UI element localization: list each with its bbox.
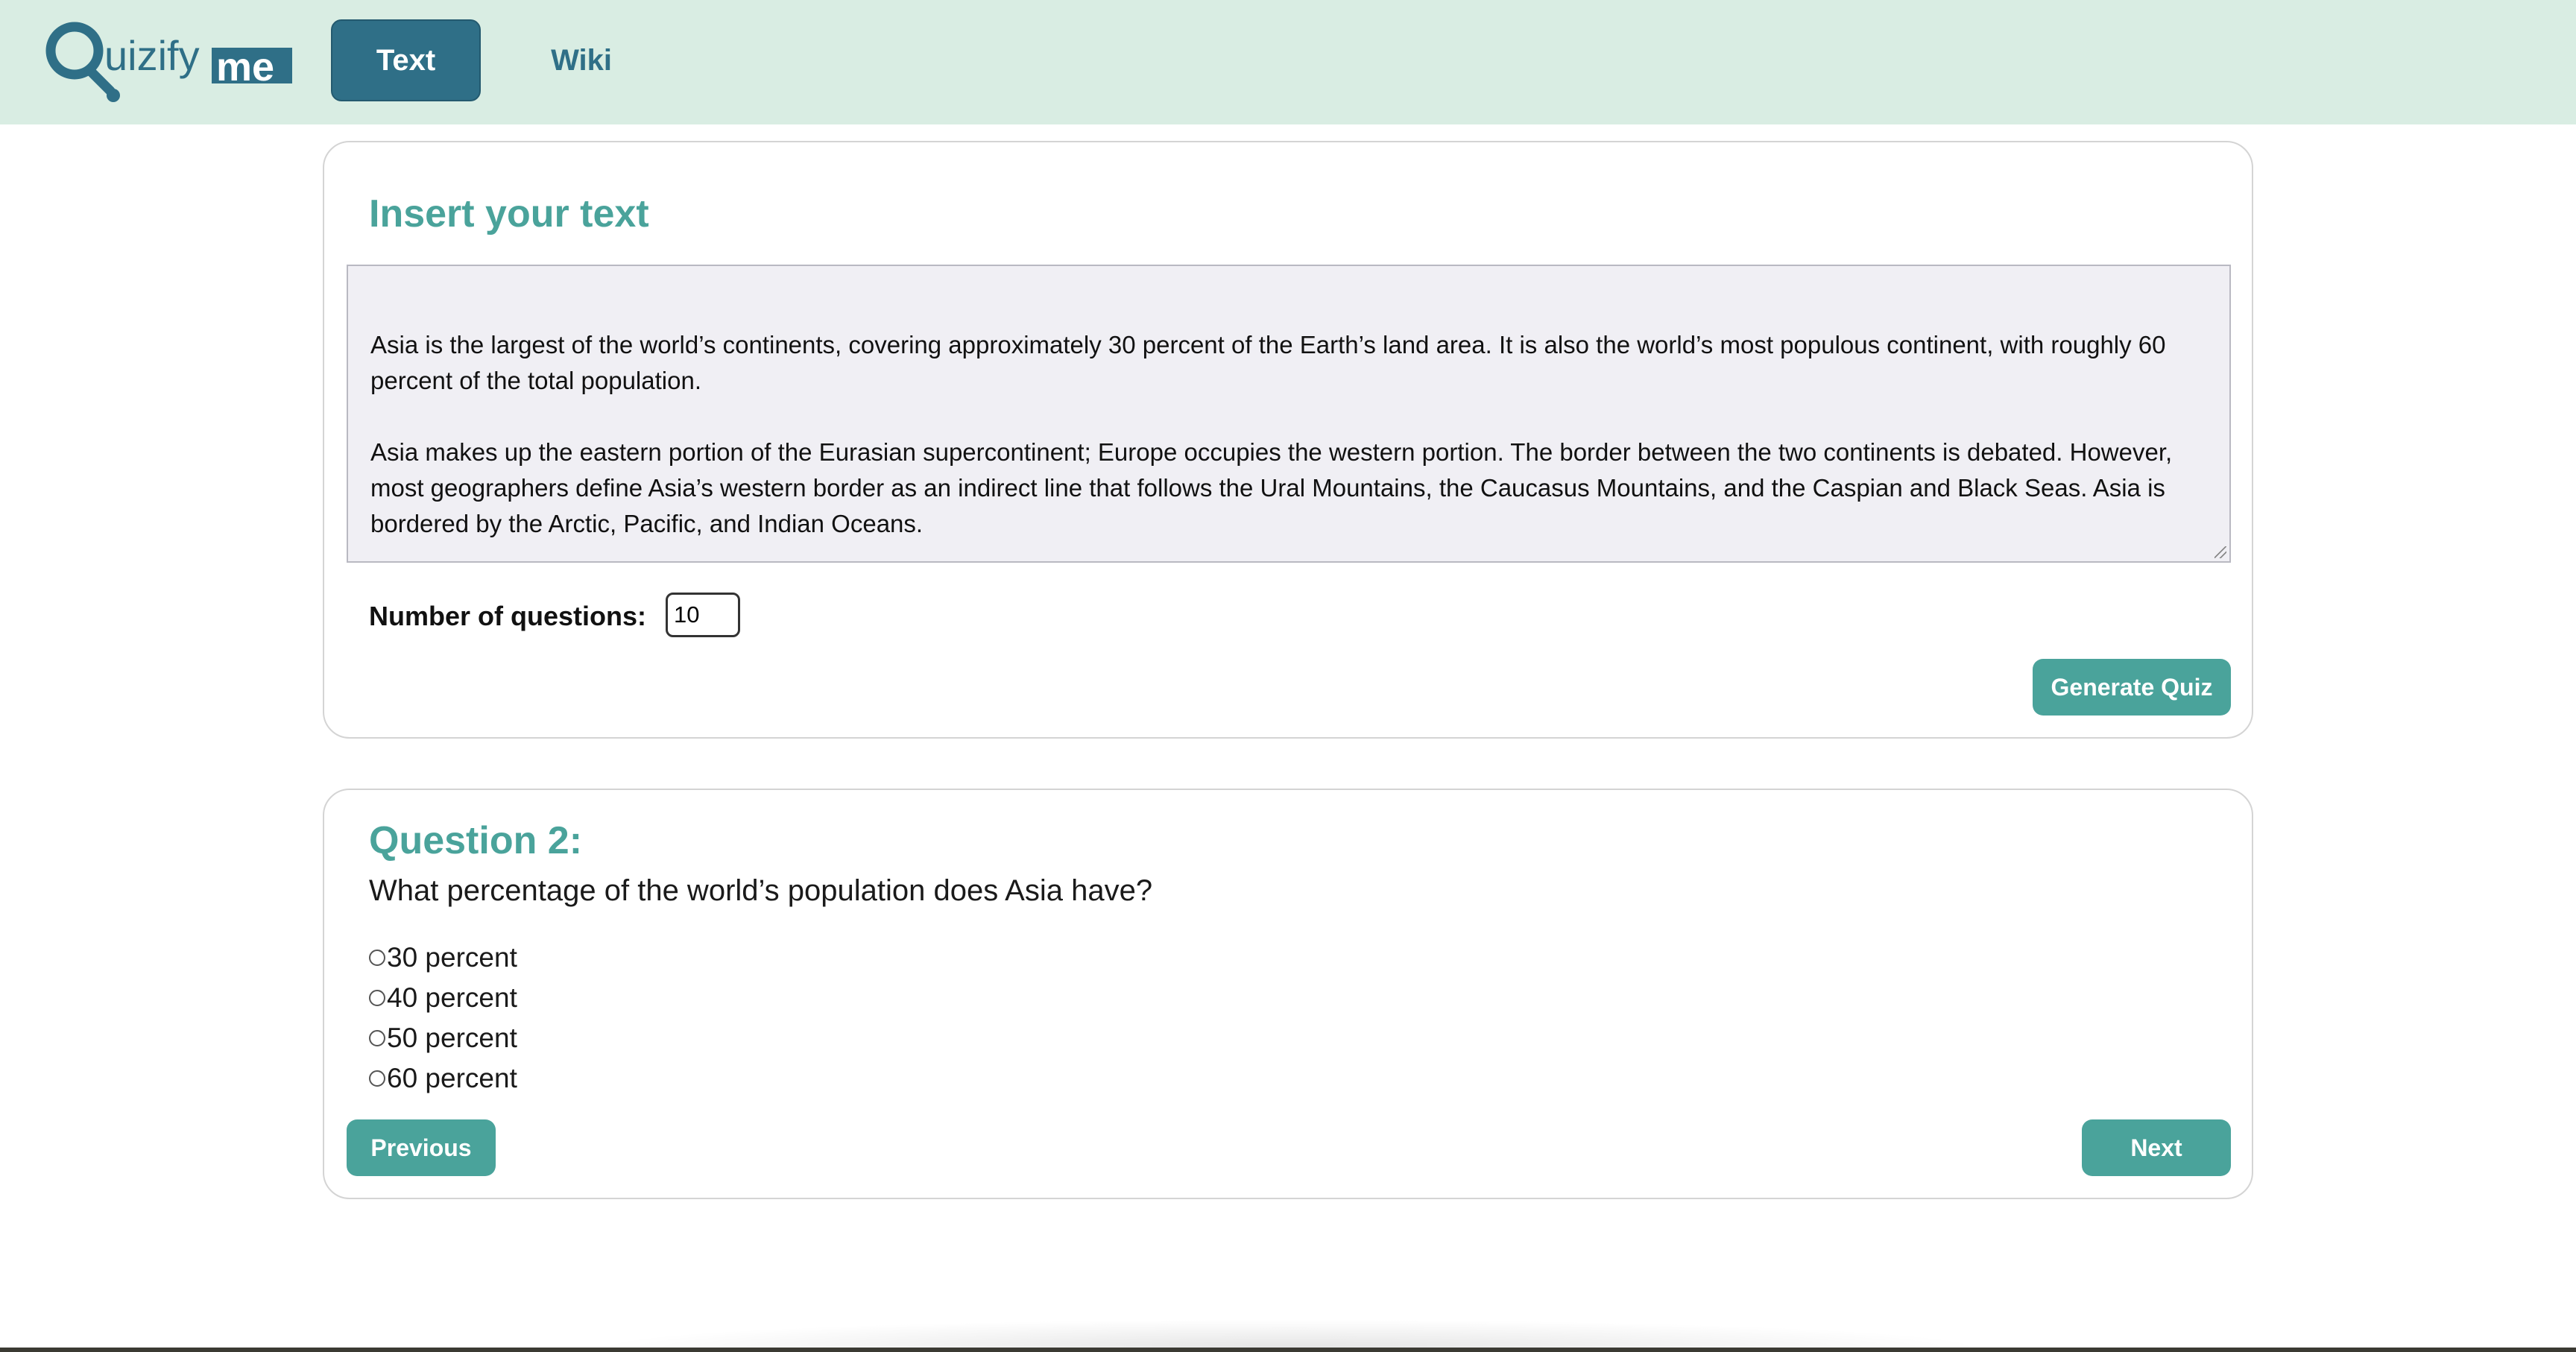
previous-button[interactable]: Previous (347, 1119, 496, 1176)
text-paragraph-1: Asia is the largest of the world’s conti… (370, 331, 2166, 394)
answer-option[interactable]: 40 percent (369, 978, 517, 1018)
tab-wiki[interactable]: Wiki (522, 19, 641, 101)
answer-option-label: 30 percent (387, 942, 517, 973)
text-input-area[interactable]: Asia is the largest of the world’s conti… (347, 265, 2231, 563)
question-text: What percentage of the world’s populatio… (369, 874, 1153, 907)
text-input-card: Insert your text Asia is the largest of … (323, 141, 2253, 739)
question-number: Question 2: (369, 819, 583, 862)
top-header: uizify me Text Wiki (0, 0, 2576, 124)
answer-options: 30 percent 40 percent 50 percent 60 perc… (369, 938, 517, 1099)
answer-option-label: 40 percent (387, 982, 517, 1013)
radio-icon[interactable] (369, 1030, 385, 1046)
tab-text[interactable]: Text (331, 19, 481, 101)
answer-option-label: 50 percent (387, 1023, 517, 1053)
svg-text:me: me (216, 45, 274, 89)
radio-icon[interactable] (369, 950, 385, 966)
svg-text:uizify: uizify (104, 32, 200, 79)
next-button[interactable]: Next (2082, 1119, 2231, 1176)
question-card: Question 2: What percentage of the world… (323, 789, 2253, 1199)
num-questions-input[interactable] (666, 593, 740, 637)
generate-quiz-button[interactable]: Generate Quiz (2033, 659, 2231, 716)
radio-icon[interactable] (369, 990, 385, 1006)
num-questions-label: Number of questions: (369, 601, 647, 631)
answer-option-label: 60 percent (387, 1063, 517, 1093)
answer-option[interactable]: 50 percent (369, 1018, 517, 1058)
answer-option[interactable]: 60 percent (369, 1058, 517, 1099)
quizifyme-logo[interactable]: uizify me (43, 16, 297, 104)
answer-option[interactable]: 30 percent (369, 938, 517, 978)
input-card-title: Insert your text (369, 192, 649, 236)
radio-icon[interactable] (369, 1070, 385, 1087)
text-paragraph-2: Asia makes up the eastern portion of the… (370, 438, 2173, 537)
bottom-shadow (589, 1319, 1990, 1348)
resize-grip-icon[interactable] (2214, 546, 2226, 558)
window-bottom-edge (0, 1348, 2576, 1352)
